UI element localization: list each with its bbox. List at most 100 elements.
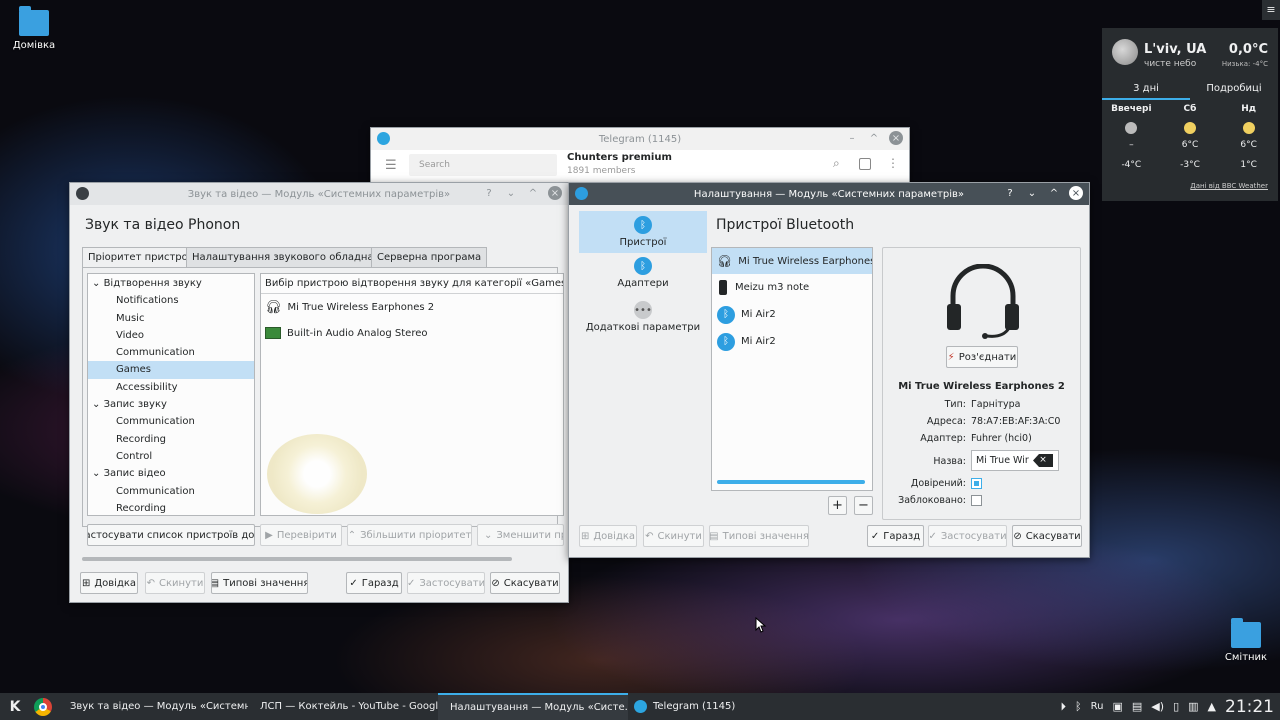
minimize-icon[interactable]: ⌄ <box>1025 186 1039 200</box>
desktop-toolbox-menu-icon[interactable]: ≡ <box>1262 0 1280 20</box>
tree-category[interactable]: ⌄ Запис відео <box>88 465 254 482</box>
sidebar-icon[interactable] <box>859 158 871 170</box>
lock-icon[interactable]: ▤ <box>1132 700 1142 713</box>
cancel-button[interactable]: ⊘ Скасувати <box>1012 525 1082 547</box>
menu-icon[interactable]: ☰ <box>385 158 397 173</box>
reset-button[interactable]: ↶ Скинути <box>643 525 704 547</box>
defaults-button[interactable]: ▤Типові значення <box>709 525 809 547</box>
tree-item[interactable]: Recording <box>88 431 254 448</box>
trusted-checkbox[interactable] <box>971 478 982 489</box>
close-icon[interactable]: × <box>889 131 903 145</box>
list-item[interactable]: ᛒ Mi Air2 <box>712 328 872 355</box>
list-item[interactable]: Built-in Audio Analog Stereo <box>261 320 563 346</box>
chevron-down-icon[interactable]: ⌄ <box>92 399 104 410</box>
device-list[interactable]: Вибір пристрою відтворення звуку для кат… <box>260 273 564 516</box>
horizontal-scrollbar[interactable] <box>82 557 512 561</box>
remove-device-button[interactable]: − <box>854 496 873 515</box>
weather-low: Низька: -4°C <box>1221 60 1268 68</box>
task-chrome[interactable]: ЛСП — Коктейль - YouTube - Googl... <box>248 693 438 720</box>
volume-icon[interactable]: ◀) <box>1151 700 1164 713</box>
chevron-down-icon[interactable]: ⌄ <box>92 278 104 289</box>
tree-category[interactable]: ⌄ Відтворення звуку <box>88 275 254 292</box>
close-icon[interactable]: × <box>1069 186 1083 200</box>
apply-device-list-button[interactable]: Застосувати список пристроїв до... <box>87 524 255 546</box>
list-item[interactable]: 🎧︎ Mi True Wireless Earphones 2 <box>261 294 563 320</box>
ok-button[interactable]: ✓ Гаразд <box>346 572 402 594</box>
maximize-icon[interactable]: ^ <box>526 186 540 200</box>
task-bluetooth-settings[interactable]: Налаштування — Модуль «Систе... <box>438 693 628 720</box>
nav-advanced[interactable]: ••• Додаткові параметри <box>579 299 707 341</box>
lower-priority-button[interactable]: ⌄ Зменшити пр <box>477 524 564 546</box>
tree-item[interactable]: Video <box>88 327 254 344</box>
tab-3-days[interactable]: 3 дні <box>1102 80 1190 100</box>
tree-item[interactable]: Control <box>88 448 254 465</box>
help-icon[interactable]: ? <box>1003 186 1017 200</box>
close-icon[interactable]: × <box>548 186 562 200</box>
nav-adapters[interactable]: ᛒ Адаптери <box>579 255 707 297</box>
more-icon[interactable]: ⋮ <box>887 156 899 170</box>
tray-expand-icon[interactable]: ▲ <box>1208 700 1216 713</box>
chrome-launcher[interactable] <box>30 697 56 716</box>
maximize-icon[interactable]: ^ <box>867 131 881 145</box>
list-item[interactable]: ᛒ Mi Air2 <box>712 301 872 328</box>
search-icon[interactable]: ⌕ <box>833 156 840 171</box>
help-icon[interactable]: ? <box>482 186 496 200</box>
list-item[interactable]: Meizu m3 note <box>712 274 872 301</box>
weather-credit-link[interactable]: Дані від BBC Weather <box>1190 182 1268 190</box>
minimize-icon[interactable]: – <box>845 131 859 145</box>
task-telegram[interactable]: Telegram (1145) <box>628 693 818 720</box>
help-button[interactable]: ⊞ Довідка <box>579 525 637 547</box>
bluetooth-titlebar[interactable]: Налаштування — Модуль «Системних парамет… <box>569 183 1089 205</box>
tab-details[interactable]: Подробиці <box>1190 80 1278 100</box>
minimize-icon[interactable]: ⌄ <box>504 186 518 200</box>
category-tree[interactable]: ⌄ Відтворення звуку Notifications Music Vid… <box>87 273 255 516</box>
tree-item[interactable]: Communication <box>88 344 254 361</box>
tab-audio-hardware[interactable]: Налаштування звукового обладнання <box>186 247 399 267</box>
add-device-button[interactable]: + <box>828 496 847 515</box>
application-launcher-icon[interactable]: K <box>0 699 30 715</box>
tree-item[interactable]: Games <box>88 361 254 379</box>
tree-category[interactable]: ⌄ Запис звуку <box>88 396 254 413</box>
disconnect-button[interactable]: ⚡ Роз'єднати <box>946 346 1018 368</box>
apply-button[interactable]: ✓ Застосувати <box>928 525 1007 547</box>
maximize-icon[interactable]: ^ <box>1047 186 1061 200</box>
desktop-icon-trash[interactable]: Смітник <box>1216 618 1276 663</box>
tree-item[interactable]: Recording <box>88 500 254 517</box>
bluetooth-device-list[interactable]: 🎧︎ Mi True Wireless Earphones 2 Meizu m3 … <box>711 247 873 491</box>
list-item[interactable]: 🎧︎ Mi True Wireless Earphones 2 <box>712 248 872 274</box>
tree-item[interactable]: Music <box>88 310 254 327</box>
nav-devices[interactable]: ᛒ Пристрої <box>579 211 707 253</box>
apply-button[interactable]: ✓ Застосувати <box>407 572 485 594</box>
network-icon[interactable]: ▥ <box>1188 700 1198 713</box>
desktop-icon-home[interactable]: Домівка <box>4 6 64 51</box>
search-input[interactable]: Search <box>409 154 557 176</box>
clipboard-icon[interactable]: ▣ <box>1112 700 1122 713</box>
test-button[interactable]: ▶ Перевірити <box>260 524 342 546</box>
bluetooth-tray-icon[interactable]: ᛒ <box>1075 700 1082 713</box>
phonon-titlebar[interactable]: Звук та відео — Модуль «Системних параме… <box>70 183 568 205</box>
media-player-icon[interactable]: ⏵ <box>1061 700 1067 714</box>
keyboard-layout[interactable]: Ru <box>1091 701 1104 712</box>
tree-item[interactable]: Notifications <box>88 292 254 309</box>
ok-button[interactable]: ✓ Гаразд <box>867 525 924 547</box>
address-label: Адреса: <box>926 416 966 427</box>
raise-priority-button[interactable]: ⌃ Збільшити пріоритет <box>347 524 472 546</box>
task-phonon[interactable]: Звук та відео — Модуль «Системн... <box>58 693 248 720</box>
tab-device-priority[interactable]: Пріоритет пристроїв <box>82 247 203 267</box>
telegram-titlebar[interactable]: Telegram (1145) – ^ × <box>371 128 909 150</box>
reset-button[interactable]: ↶ Скинути <box>145 572 205 594</box>
bluetooth-icon: ᛒ <box>634 257 652 275</box>
battery-icon[interactable]: ▯ <box>1173 700 1179 713</box>
chevron-down-icon[interactable]: ⌄ <box>92 468 104 479</box>
check-icon: ✓ <box>349 577 358 589</box>
tab-backend[interactable]: Серверна програма <box>371 247 488 267</box>
help-button[interactable]: ⊞ Довідка <box>80 572 138 594</box>
tree-item[interactable]: Communication <box>88 483 254 500</box>
tree-item[interactable]: Accessibility <box>88 379 254 396</box>
moon-icon <box>1112 39 1138 65</box>
defaults-button[interactable]: ▤Типові значення <box>211 572 308 594</box>
cancel-button[interactable]: ⊘ Скасувати <box>490 572 560 594</box>
tree-item[interactable]: Communication <box>88 413 254 430</box>
blocked-checkbox[interactable] <box>971 495 982 506</box>
clock[interactable]: 21:21 <box>1225 697 1274 717</box>
